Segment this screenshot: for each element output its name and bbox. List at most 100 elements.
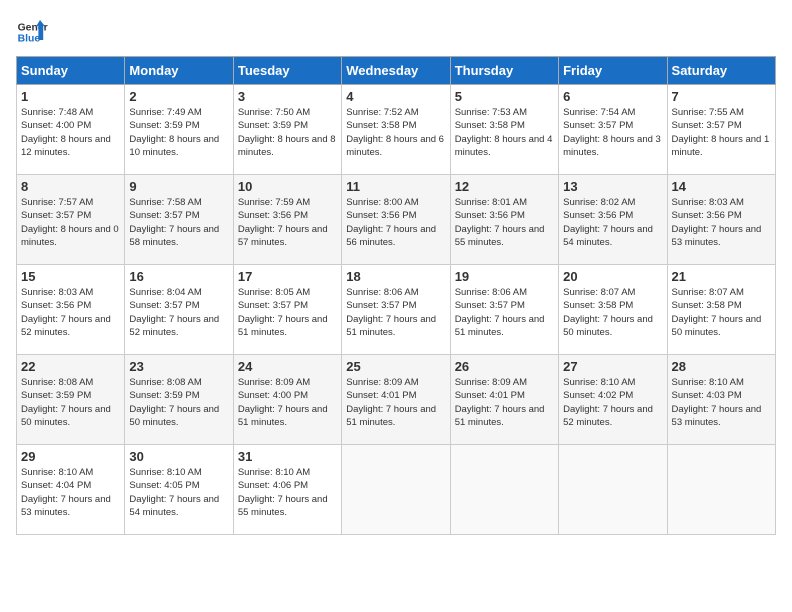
day-info: Sunrise: 8:04 AM Sunset: 3:57 PM Dayligh… <box>129 286 228 339</box>
day-info: Sunrise: 7:58 AM Sunset: 3:57 PM Dayligh… <box>129 196 228 249</box>
day-cell: 28 Sunrise: 8:10 AM Sunset: 4:03 PM Dayl… <box>667 355 775 445</box>
sunrise-label: Sunrise: 7:57 AM <box>21 197 93 208</box>
daylight-label: Daylight: 8 hours and 6 minutes. <box>346 134 444 158</box>
day-info: Sunrise: 8:08 AM Sunset: 3:59 PM Dayligh… <box>21 376 120 429</box>
sunrise-label: Sunrise: 7:58 AM <box>129 197 201 208</box>
daylight-label: Daylight: 8 hours and 1 minute. <box>672 134 770 158</box>
day-cell: 27 Sunrise: 8:10 AM Sunset: 4:02 PM Dayl… <box>559 355 667 445</box>
sunrise-label: Sunrise: 8:06 AM <box>346 287 418 298</box>
day-number: 20 <box>563 269 662 284</box>
column-header-saturday: Saturday <box>667 57 775 85</box>
day-info: Sunrise: 8:08 AM Sunset: 3:59 PM Dayligh… <box>129 376 228 429</box>
sunrise-label: Sunrise: 8:10 AM <box>21 467 93 478</box>
day-info: Sunrise: 8:06 AM Sunset: 3:57 PM Dayligh… <box>346 286 445 339</box>
day-cell: 25 Sunrise: 8:09 AM Sunset: 4:01 PM Dayl… <box>342 355 450 445</box>
sunset-label: Sunset: 3:58 PM <box>455 120 525 131</box>
daylight-label: Daylight: 7 hours and 50 minutes. <box>672 314 762 338</box>
day-cell: 21 Sunrise: 8:07 AM Sunset: 3:58 PM Dayl… <box>667 265 775 355</box>
day-cell: 7 Sunrise: 7:55 AM Sunset: 3:57 PM Dayli… <box>667 85 775 175</box>
daylight-label: Daylight: 7 hours and 50 minutes. <box>21 404 111 428</box>
day-cell: 20 Sunrise: 8:07 AM Sunset: 3:58 PM Dayl… <box>559 265 667 355</box>
logo: General Blue <box>16 16 48 48</box>
daylight-label: Daylight: 8 hours and 4 minutes. <box>455 134 553 158</box>
day-cell: 8 Sunrise: 7:57 AM Sunset: 3:57 PM Dayli… <box>17 175 125 265</box>
page-header: General Blue <box>16 16 776 48</box>
sunset-label: Sunset: 4:01 PM <box>455 390 525 401</box>
week-row-2: 8 Sunrise: 7:57 AM Sunset: 3:57 PM Dayli… <box>17 175 776 265</box>
day-number: 23 <box>129 359 228 374</box>
week-row-4: 22 Sunrise: 8:08 AM Sunset: 3:59 PM Dayl… <box>17 355 776 445</box>
day-info: Sunrise: 7:48 AM Sunset: 4:00 PM Dayligh… <box>21 106 120 159</box>
sunset-label: Sunset: 4:00 PM <box>238 390 308 401</box>
day-cell: 4 Sunrise: 7:52 AM Sunset: 3:58 PM Dayli… <box>342 85 450 175</box>
daylight-label: Daylight: 7 hours and 54 minutes. <box>129 494 219 518</box>
sunset-label: Sunset: 4:01 PM <box>346 390 416 401</box>
daylight-label: Daylight: 7 hours and 51 minutes. <box>238 314 328 338</box>
day-cell <box>342 445 450 535</box>
daylight-label: Daylight: 7 hours and 51 minutes. <box>455 314 545 338</box>
day-cell: 31 Sunrise: 8:10 AM Sunset: 4:06 PM Dayl… <box>233 445 341 535</box>
column-header-monday: Monday <box>125 57 233 85</box>
daylight-label: Daylight: 7 hours and 52 minutes. <box>129 314 219 338</box>
sunrise-label: Sunrise: 7:48 AM <box>21 107 93 118</box>
sunrise-label: Sunrise: 7:53 AM <box>455 107 527 118</box>
day-info: Sunrise: 8:03 AM Sunset: 3:56 PM Dayligh… <box>21 286 120 339</box>
day-number: 15 <box>21 269 120 284</box>
day-cell: 2 Sunrise: 7:49 AM Sunset: 3:59 PM Dayli… <box>125 85 233 175</box>
daylight-label: Daylight: 7 hours and 53 minutes. <box>672 224 762 248</box>
daylight-label: Daylight: 7 hours and 51 minutes. <box>455 404 545 428</box>
daylight-label: Daylight: 7 hours and 57 minutes. <box>238 224 328 248</box>
day-info: Sunrise: 8:10 AM Sunset: 4:03 PM Dayligh… <box>672 376 771 429</box>
sunrise-label: Sunrise: 8:01 AM <box>455 197 527 208</box>
sunrise-label: Sunrise: 8:10 AM <box>238 467 310 478</box>
svg-text:General: General <box>18 22 48 33</box>
column-header-thursday: Thursday <box>450 57 558 85</box>
calendar-header: SundayMondayTuesdayWednesdayThursdayFrid… <box>17 57 776 85</box>
sunrise-label: Sunrise: 7:59 AM <box>238 197 310 208</box>
daylight-label: Daylight: 7 hours and 50 minutes. <box>129 404 219 428</box>
column-header-sunday: Sunday <box>17 57 125 85</box>
day-cell <box>559 445 667 535</box>
day-cell: 14 Sunrise: 8:03 AM Sunset: 3:56 PM Dayl… <box>667 175 775 265</box>
sunrise-label: Sunrise: 8:03 AM <box>21 287 93 298</box>
day-number: 27 <box>563 359 662 374</box>
day-number: 1 <box>21 89 120 104</box>
sunset-label: Sunset: 3:58 PM <box>563 300 633 311</box>
day-number: 12 <box>455 179 554 194</box>
svg-text:Blue: Blue <box>18 34 41 45</box>
daylight-label: Daylight: 8 hours and 12 minutes. <box>21 134 111 158</box>
daylight-label: Daylight: 7 hours and 52 minutes. <box>563 404 653 428</box>
calendar: SundayMondayTuesdayWednesdayThursdayFrid… <box>16 56 776 535</box>
day-info: Sunrise: 7:57 AM Sunset: 3:57 PM Dayligh… <box>21 196 120 249</box>
day-number: 9 <box>129 179 228 194</box>
day-info: Sunrise: 8:03 AM Sunset: 3:56 PM Dayligh… <box>672 196 771 249</box>
daylight-label: Daylight: 7 hours and 51 minutes. <box>346 404 436 428</box>
day-cell: 6 Sunrise: 7:54 AM Sunset: 3:57 PM Dayli… <box>559 85 667 175</box>
column-header-wednesday: Wednesday <box>342 57 450 85</box>
day-cell: 1 Sunrise: 7:48 AM Sunset: 4:00 PM Dayli… <box>17 85 125 175</box>
day-number: 14 <box>672 179 771 194</box>
column-header-tuesday: Tuesday <box>233 57 341 85</box>
sunset-label: Sunset: 3:56 PM <box>563 210 633 221</box>
day-cell: 30 Sunrise: 8:10 AM Sunset: 4:05 PM Dayl… <box>125 445 233 535</box>
day-info: Sunrise: 8:02 AM Sunset: 3:56 PM Dayligh… <box>563 196 662 249</box>
day-info: Sunrise: 7:54 AM Sunset: 3:57 PM Dayligh… <box>563 106 662 159</box>
sunrise-label: Sunrise: 8:07 AM <box>672 287 744 298</box>
daylight-label: Daylight: 7 hours and 51 minutes. <box>346 314 436 338</box>
day-number: 19 <box>455 269 554 284</box>
sunset-label: Sunset: 3:57 PM <box>346 300 416 311</box>
daylight-label: Daylight: 7 hours and 55 minutes. <box>455 224 545 248</box>
sunrise-label: Sunrise: 8:10 AM <box>129 467 201 478</box>
day-info: Sunrise: 7:50 AM Sunset: 3:59 PM Dayligh… <box>238 106 337 159</box>
daylight-label: Daylight: 7 hours and 54 minutes. <box>563 224 653 248</box>
day-info: Sunrise: 8:10 AM Sunset: 4:04 PM Dayligh… <box>21 466 120 519</box>
day-cell: 10 Sunrise: 7:59 AM Sunset: 3:56 PM Dayl… <box>233 175 341 265</box>
day-info: Sunrise: 7:52 AM Sunset: 3:58 PM Dayligh… <box>346 106 445 159</box>
sunset-label: Sunset: 3:57 PM <box>455 300 525 311</box>
sunset-label: Sunset: 3:59 PM <box>21 390 91 401</box>
day-info: Sunrise: 8:07 AM Sunset: 3:58 PM Dayligh… <box>672 286 771 339</box>
day-cell: 9 Sunrise: 7:58 AM Sunset: 3:57 PM Dayli… <box>125 175 233 265</box>
logo-icon: General Blue <box>16 16 48 48</box>
day-number: 11 <box>346 179 445 194</box>
day-number: 10 <box>238 179 337 194</box>
